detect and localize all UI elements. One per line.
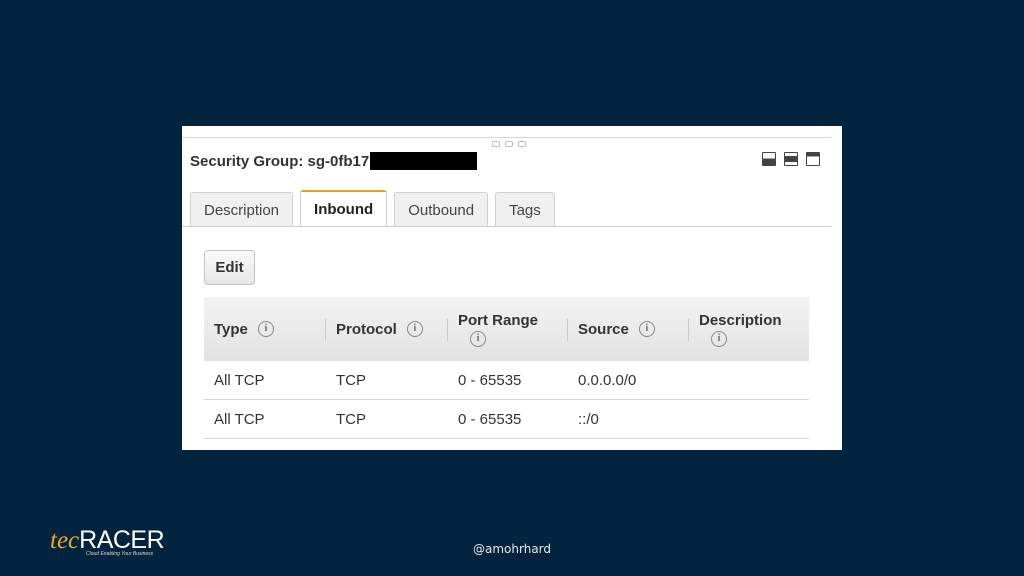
column-label: Description xyxy=(699,311,782,329)
panel-bottom-layout-icon[interactable] xyxy=(762,152,776,166)
cell-protocol: TCP xyxy=(326,399,448,439)
logo-racer-text: RACER xyxy=(79,526,165,554)
info-icon[interactable]: i xyxy=(470,330,486,347)
column-header-source[interactable]: Source i xyxy=(568,297,689,361)
resize-handle[interactable] xyxy=(492,141,526,147)
table-header-row: Type i Protocol i Port Range i Source i Desc… xyxy=(204,297,809,361)
column-header-port-range[interactable]: Port Range i xyxy=(448,297,568,361)
info-icon[interactable]: i xyxy=(711,330,727,347)
redaction-box xyxy=(370,152,478,170)
cell-protocol: TCP xyxy=(326,361,448,400)
column-header-protocol[interactable]: Protocol i xyxy=(326,297,448,361)
cell-port-range: 0 - 65535 xyxy=(448,361,568,400)
cell-source: 0.0.0.0/0 xyxy=(568,361,689,400)
cell-type: All TCP xyxy=(204,361,326,400)
tab-divider xyxy=(182,226,831,227)
cell-source: ::/0 xyxy=(568,399,689,439)
author-handle: @amohrhard xyxy=(473,542,552,556)
logo-tagline: Cloud Enabling Your Business xyxy=(86,551,154,557)
tab-tags[interactable]: Tags xyxy=(495,192,555,227)
tab-description[interactable]: Description xyxy=(190,192,294,227)
logo-tec-text: tec xyxy=(50,527,80,554)
tab-outbound[interactable]: Outbound xyxy=(394,192,489,227)
column-label: Type xyxy=(214,320,248,338)
panel-layout-buttons xyxy=(762,152,820,166)
info-icon[interactable]: i xyxy=(638,321,655,337)
info-icon[interactable]: i xyxy=(257,321,274,337)
tecracer-logo: tec RACER Cloud Enabling Your Business xyxy=(50,527,170,561)
info-icon[interactable]: i xyxy=(406,321,423,337)
panel-top-divider xyxy=(182,137,831,138)
table-row[interactable]: All TCP TCP 0 - 65535 ::/0 xyxy=(204,399,809,439)
security-group-title: Security Group: sg-0fb17 xyxy=(190,152,478,170)
column-header-type[interactable]: Type i xyxy=(204,297,326,361)
tab-inbound[interactable]: Inbound xyxy=(300,190,388,227)
column-label: Port Range xyxy=(458,311,539,329)
edit-button[interactable]: Edit xyxy=(204,250,255,285)
tab-bar: Description Inbound Outbound Tags xyxy=(190,190,555,227)
column-label: Source xyxy=(578,320,629,338)
column-header-description[interactable]: Description i xyxy=(689,297,809,361)
column-label: Protocol xyxy=(336,320,397,338)
panel-top-layout-icon[interactable] xyxy=(806,152,820,166)
security-group-title-text: Security Group: sg-0fb17 xyxy=(190,152,370,170)
inbound-rules-table: Type i Protocol i Port Range i Source i Desc… xyxy=(204,297,809,439)
cell-description xyxy=(689,399,809,439)
cell-port-range: 0 - 65535 xyxy=(448,399,568,439)
cell-description xyxy=(689,361,809,400)
table-row[interactable]: All TCP TCP 0 - 65535 0.0.0.0/0 xyxy=(204,361,809,400)
panel-middle-layout-icon[interactable] xyxy=(784,152,798,166)
security-group-panel: Security Group: sg-0fb17 Description Inb… xyxy=(182,126,842,450)
cell-type: All TCP xyxy=(204,399,326,439)
